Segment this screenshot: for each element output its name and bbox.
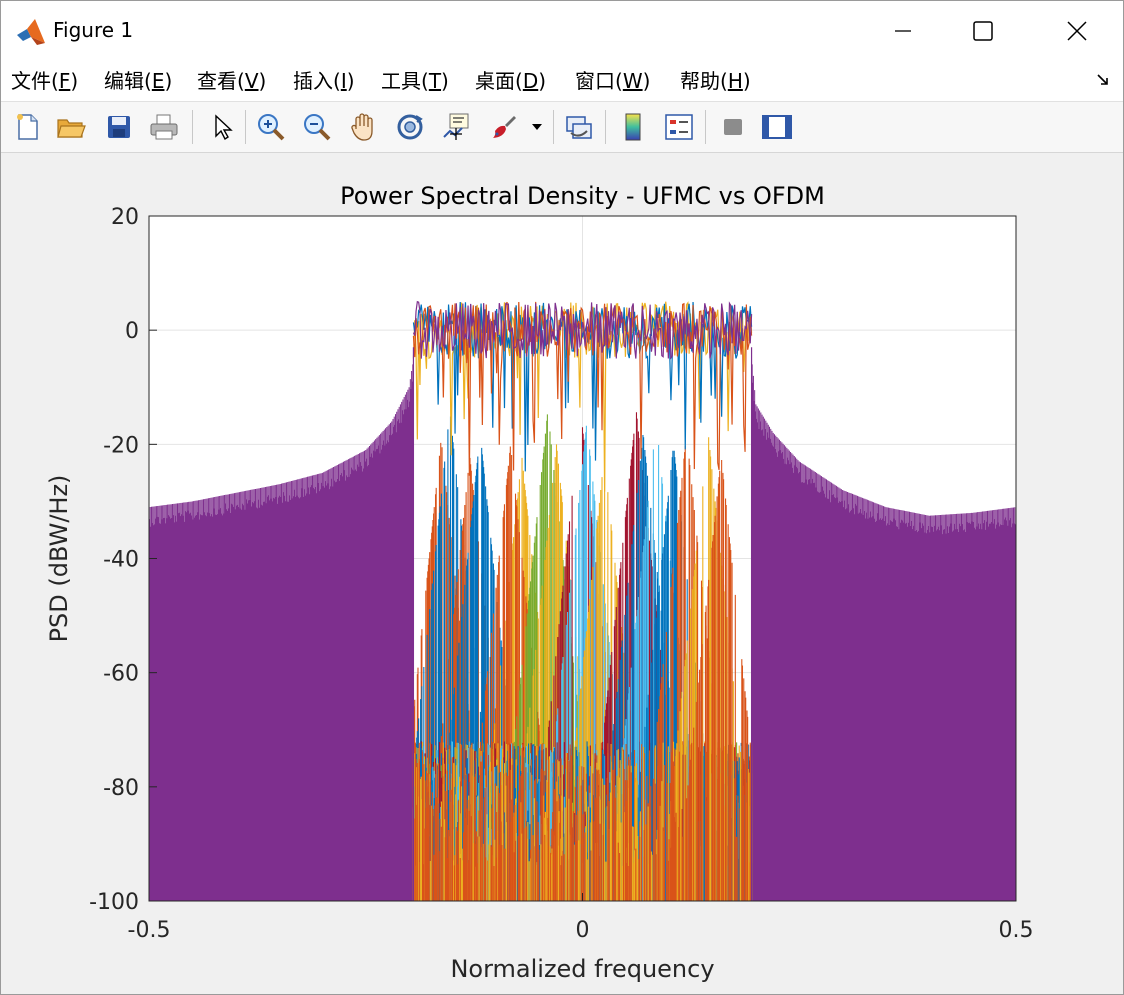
brush-icon bbox=[493, 116, 516, 138]
close-button[interactable] bbox=[1053, 13, 1101, 49]
pan-hand-icon bbox=[351, 113, 373, 141]
menu-insert-tail: ) bbox=[346, 69, 355, 93]
toolbar-separator bbox=[605, 110, 606, 144]
menu-desktop-tail: ) bbox=[538, 69, 547, 93]
y-axis-label: PSD (dBW/Hz) bbox=[45, 475, 73, 643]
link-plot-button[interactable] bbox=[561, 109, 597, 145]
rotate-button[interactable] bbox=[392, 109, 428, 145]
toolbar-separator bbox=[553, 110, 554, 144]
zoom-out-icon bbox=[304, 114, 331, 141]
x-tick-label: -0.5 bbox=[128, 918, 171, 943]
rotate-3d-icon bbox=[397, 114, 423, 140]
menu-bar: 文件(F) 编辑(E) 查看(V) 插入(I) 工具(T) 桌面(D) 窗口(W… bbox=[1, 61, 1123, 102]
menu-view-label: 查看( bbox=[197, 69, 245, 93]
x-axis-label: Normalized frequency bbox=[450, 955, 714, 983]
menu-tools-label: 工具( bbox=[381, 69, 429, 93]
menu-window-label: 窗口( bbox=[575, 69, 623, 93]
menu-file[interactable]: 文件(F) bbox=[11, 67, 78, 95]
edit-plot-button[interactable] bbox=[203, 109, 239, 145]
menu-window-tail: ) bbox=[642, 69, 651, 93]
menu-tools-key: T bbox=[428, 69, 442, 93]
menu-tools[interactable]: 工具(T) bbox=[381, 67, 449, 95]
menu-view-tail: ) bbox=[258, 69, 267, 93]
save-icon bbox=[108, 116, 130, 138]
menu-help-tail: ) bbox=[742, 69, 751, 93]
menu-view-key: V bbox=[244, 69, 259, 93]
toolbar-separator bbox=[245, 110, 246, 144]
open-folder-icon bbox=[57, 119, 86, 138]
print-figure-button[interactable] bbox=[146, 109, 182, 145]
menu-window[interactable]: 窗口(W) bbox=[575, 67, 650, 95]
menu-edit-tail: ) bbox=[164, 69, 173, 93]
menu-window-key: W bbox=[622, 69, 643, 93]
zoom-out-button[interactable] bbox=[299, 109, 335, 145]
toolbar-separator bbox=[192, 110, 193, 144]
chart-title: Power Spectral Density - UFMC vs OFDM bbox=[340, 182, 825, 210]
menu-desktop[interactable]: 桌面(D) bbox=[475, 67, 546, 95]
zoom-in-icon bbox=[258, 114, 285, 141]
menu-edit-key: E bbox=[151, 69, 165, 93]
menu-help-key: H bbox=[727, 69, 743, 93]
brush-button[interactable] bbox=[485, 109, 521, 145]
minimize-button[interactable] bbox=[879, 13, 927, 49]
new-file-icon bbox=[17, 114, 38, 140]
open-file-button[interactable] bbox=[53, 109, 89, 145]
data-cursor-button[interactable] bbox=[438, 109, 474, 145]
maximize-button[interactable] bbox=[959, 13, 1007, 49]
menu-view[interactable]: 查看(V) bbox=[197, 67, 266, 95]
maximize-icon bbox=[973, 21, 993, 41]
brush-dropdown-button[interactable] bbox=[527, 109, 547, 145]
y-tick-label: -80 bbox=[103, 776, 139, 801]
figure-window: Figure 1 文件(F) 编辑(E) 查看(V) 插入(I) 工具(T) 桌… bbox=[0, 0, 1124, 995]
figure-canvas: 20 0 -20 -40 -60 -80 -100 -0.5 0 0.5 Power Spectr… bbox=[1, 153, 1123, 994]
toolbar-separator bbox=[705, 110, 706, 144]
figure-toolbar bbox=[1, 102, 1123, 153]
x-tick-label: 0.5 bbox=[999, 918, 1034, 943]
hide-plot-tools-button[interactable] bbox=[715, 109, 751, 145]
menu-help[interactable]: 帮助(H) bbox=[680, 67, 751, 95]
menu-insert-label: 插入( bbox=[293, 69, 341, 93]
zoom-in-button[interactable] bbox=[253, 109, 289, 145]
save-figure-button[interactable] bbox=[101, 109, 137, 145]
show-plot-tools-button[interactable] bbox=[759, 109, 795, 145]
y-tick-label: -60 bbox=[103, 662, 139, 687]
y-tick-label: -100 bbox=[89, 890, 139, 915]
new-figure-button[interactable] bbox=[9, 109, 45, 145]
menu-edit[interactable]: 编辑(E) bbox=[104, 67, 172, 95]
title-bar[interactable]: Figure 1 bbox=[1, 1, 1123, 61]
menu-file-key: F bbox=[58, 69, 71, 93]
pan-button[interactable] bbox=[346, 109, 382, 145]
close-icon bbox=[1067, 21, 1087, 41]
x-tick-label: 0 bbox=[576, 918, 590, 943]
data-cursor-icon bbox=[443, 113, 469, 140]
hide-plot-tools-icon bbox=[724, 119, 742, 135]
menu-help-label: 帮助( bbox=[680, 69, 728, 93]
print-icon bbox=[150, 114, 178, 140]
show-plot-tools-icon bbox=[762, 115, 792, 139]
toolbar-toggle-arrow-icon[interactable] bbox=[1095, 71, 1111, 87]
menu-desktop-key: D bbox=[522, 69, 539, 93]
menu-insert[interactable]: 插入(I) bbox=[293, 67, 355, 95]
insert-colorbar-button[interactable] bbox=[615, 109, 651, 145]
matlab-logo-icon bbox=[17, 19, 45, 45]
colorbar-icon bbox=[625, 113, 641, 141]
y-tick-label: 20 bbox=[111, 205, 139, 230]
y-tick-label: 0 bbox=[125, 319, 139, 344]
y-tick-label: -40 bbox=[103, 548, 139, 573]
chevron-down-icon bbox=[532, 124, 542, 130]
pointer-icon bbox=[215, 114, 233, 141]
menu-desktop-label: 桌面( bbox=[475, 69, 523, 93]
insert-legend-button[interactable] bbox=[661, 109, 697, 145]
menu-edit-label: 编辑( bbox=[104, 69, 152, 93]
y-tick-label: -20 bbox=[103, 433, 139, 458]
menu-tools-tail: ) bbox=[441, 69, 449, 93]
menu-file-label: 文件( bbox=[11, 69, 59, 93]
link-plot-icon bbox=[566, 116, 592, 139]
minimize-icon bbox=[895, 30, 911, 32]
psd-chart[interactable]: 20 0 -20 -40 -60 -80 -100 -0.5 0 0.5 Power Spectr… bbox=[1, 153, 1123, 994]
menu-file-tail: ) bbox=[70, 69, 79, 93]
window-title: Figure 1 bbox=[53, 18, 134, 42]
legend-icon bbox=[665, 114, 693, 140]
